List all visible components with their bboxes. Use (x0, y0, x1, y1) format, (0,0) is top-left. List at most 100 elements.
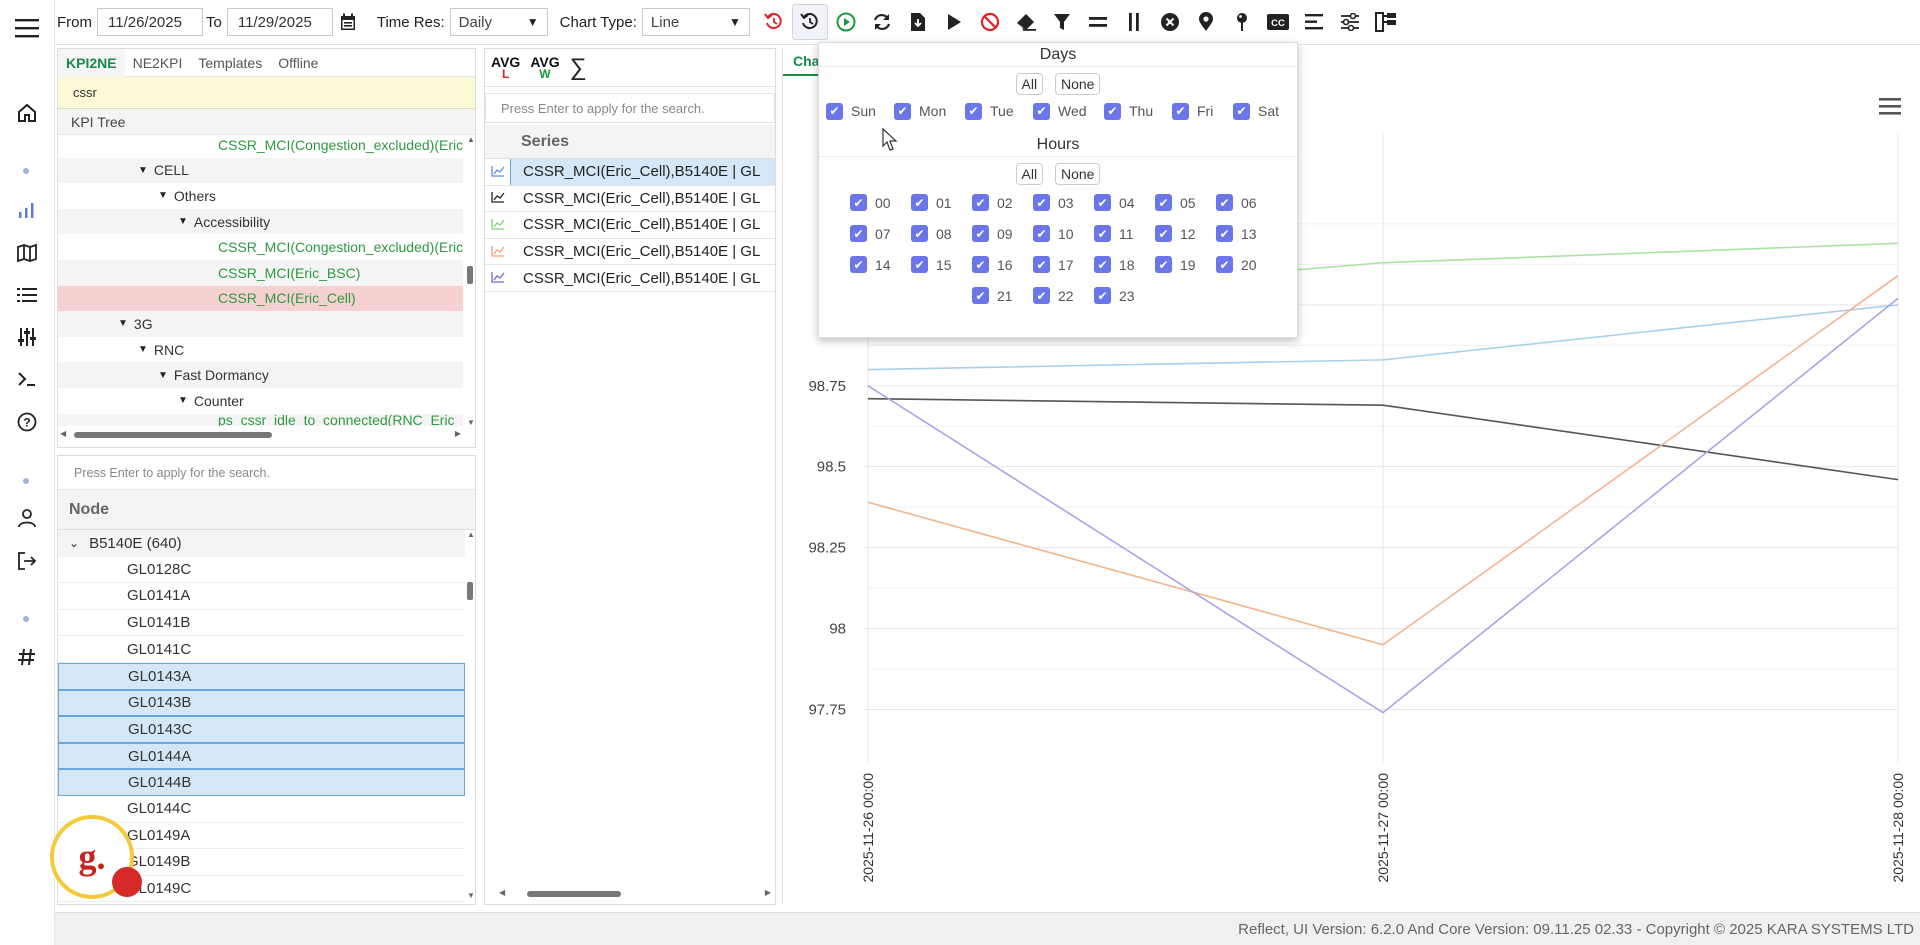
day-checkbox[interactable]: ✔ Thu (1104, 102, 1172, 120)
hour-checkbox[interactable]: ✔ 00 (850, 194, 911, 211)
equals-icon[interactable] (1080, 4, 1116, 40)
hour-checkbox[interactable]: ✔ 03 (1033, 194, 1094, 211)
hamburger-menu-icon[interactable] (12, 13, 42, 43)
hour-checkbox[interactable]: ✔ 11 (1094, 225, 1155, 242)
hour-checkbox[interactable]: ✔ 06 (1216, 194, 1277, 211)
kpi-tree-folder[interactable]: ▼ CELL (58, 157, 463, 184)
tab-templates[interactable]: Templates (190, 49, 270, 77)
chevron-down-icon[interactable]: ⌄ (69, 536, 79, 550)
expand-arrow-icon[interactable]: ▼ (138, 165, 148, 176)
hash-icon[interactable] (12, 642, 42, 672)
series-column-header[interactable]: Series (485, 125, 775, 159)
days-all-button[interactable]: All (1015, 73, 1044, 95)
kpi-tree-vscroll[interactable]: ▲ ▼ (465, 135, 475, 427)
node-row[interactable]: GL0143A (58, 662, 465, 690)
play-circle-icon[interactable] (828, 4, 864, 40)
tab-ne2kpi[interactable]: NE2KPI (125, 49, 191, 77)
expand-arrow-icon[interactable]: ▼ (158, 370, 168, 381)
logout-icon[interactable] (12, 546, 42, 576)
hour-checkbox[interactable]: ✔ 13 (1216, 225, 1277, 242)
series-row[interactable]: CSSR_MCI(Eric_Cell),B5140E | GL (485, 186, 775, 213)
hour-checkbox[interactable]: ✔ 01 (911, 194, 972, 211)
avg-l-button[interactable]: AVG L (491, 55, 520, 80)
days-none-button[interactable]: None (1054, 73, 1101, 95)
node-row[interactable]: GL0141C (58, 636, 465, 663)
node-row[interactable]: GL0143C (58, 716, 465, 743)
sliders-icon[interactable] (12, 322, 42, 352)
node-row[interactable]: GL0141B (58, 610, 465, 637)
series-hscroll[interactable]: ◀ ▶ (485, 888, 775, 900)
pause-bars-icon[interactable] (1116, 4, 1152, 40)
time-res-select[interactable]: Daily ▼ (449, 8, 548, 36)
expand-arrow-icon[interactable]: ▼ (138, 344, 148, 355)
filter-icon[interactable] (1044, 4, 1080, 40)
avg-w-button[interactable]: AVG W (530, 55, 559, 80)
node-column-header[interactable]: Node (58, 490, 475, 530)
help-icon[interactable]: ? (12, 407, 42, 437)
hours-all-button[interactable]: All (1015, 163, 1044, 185)
kpi-tree-item[interactable]: CSSR_MCI(Eric_Cell) (58, 285, 463, 312)
hour-checkbox[interactable]: ✔ 14 (850, 256, 911, 273)
hour-checkbox[interactable]: ✔ 17 (1033, 256, 1094, 273)
pushpin-icon[interactable] (1224, 4, 1260, 40)
cc-icon[interactable]: CC (1260, 4, 1296, 40)
series-row[interactable]: CSSR_MCI(Eric_Cell),B5140E | GL (485, 265, 775, 292)
ban-icon[interactable] (972, 4, 1008, 40)
hour-checkbox[interactable]: ✔ 04 (1094, 194, 1155, 211)
calendar-icon[interactable] (333, 4, 363, 40)
hour-checkbox[interactable]: ✔ 16 (972, 256, 1033, 273)
hour-checkbox[interactable]: ✔ 12 (1155, 225, 1216, 242)
expand-arrow-icon[interactable]: ▼ (158, 190, 168, 201)
map-icon[interactable] (12, 238, 42, 268)
chart-type-select[interactable]: Line ▼ (641, 8, 750, 36)
kpi-tree-folder[interactable]: ▼ Fast Dormancy (58, 362, 463, 388)
kpi-tree-folder[interactable]: ▼ 3G (58, 311, 463, 337)
hour-checkbox[interactable]: ✔ 02 (972, 194, 1033, 211)
day-checkbox[interactable]: ✔ Mon (894, 102, 965, 120)
day-checkbox[interactable]: ✔ Tue (965, 102, 1033, 120)
map-pin-icon[interactable] (1188, 4, 1224, 40)
node-row[interactable]: GL0128C (58, 557, 465, 584)
day-checkbox[interactable]: ✔ Wed (1033, 102, 1104, 120)
node-group-row[interactable]: ⌄ B5140E (640) (58, 530, 465, 557)
to-date-input[interactable]: 11/29/2025 (226, 8, 333, 36)
hour-checkbox[interactable]: ✔ 15 (911, 256, 972, 273)
kpi-tree-folder[interactable]: ▼ Counter (58, 388, 463, 414)
download-file-icon[interactable] (900, 4, 936, 40)
hour-checkbox[interactable]: ✔ 20 (1216, 256, 1277, 273)
expand-arrow-icon[interactable]: ▼ (178, 216, 188, 227)
refresh-icon[interactable] (864, 4, 900, 40)
kpi-tree-folder[interactable]: ▼ RNC (58, 337, 463, 363)
node-vscroll[interactable]: ▲ ▼ (465, 530, 475, 900)
home-icon[interactable] (12, 98, 42, 128)
hour-checkbox[interactable]: ✔ 05 (1155, 194, 1216, 211)
terminal-icon[interactable] (12, 364, 42, 394)
kpi-tree-item[interactable]: CSSR_MCI(Congestion_excluded)(Eric (58, 136, 463, 158)
kpi-search-input[interactable]: cssr (58, 77, 475, 109)
node-search-input[interactable]: Press Enter to apply for the search. (58, 456, 475, 490)
tab-offline[interactable]: Offline (270, 49, 326, 77)
hour-checkbox[interactable]: ✔ 22 (1033, 287, 1094, 304)
series-row[interactable]: CSSR_MCI(Eric_Cell),B5140E | GL (485, 212, 775, 239)
hour-checkbox[interactable]: ✔ 23 (1094, 287, 1155, 304)
series-row[interactable]: CSSR_MCI(Eric_Cell),B5140E | GL (485, 159, 775, 186)
undo-red-icon[interactable] (756, 4, 792, 40)
play-icon[interactable] (936, 4, 972, 40)
expand-arrow-icon[interactable]: ▼ (118, 318, 128, 329)
kpi-tree-item[interactable]: CSSR_MCI(Congestion_excluded)(Eric (58, 234, 463, 260)
sum-icon[interactable]: ∑ (570, 54, 587, 82)
node-row[interactable]: GL0143B (58, 689, 465, 717)
day-checkbox[interactable]: ✔ Fri (1172, 102, 1233, 120)
node-row[interactable]: GL0144A (58, 742, 465, 770)
day-checkbox[interactable]: ✔ Sat (1233, 102, 1293, 120)
node-row[interactable]: GL0144B (58, 769, 465, 796)
node-row[interactable]: GL0144C (58, 796, 465, 823)
assistant-logo[interactable]: g. (50, 815, 142, 899)
eraser-icon[interactable] (1008, 4, 1044, 40)
kpi-tree-folder[interactable]: ▼ Accessibility (58, 208, 463, 235)
tree-icon[interactable] (1368, 4, 1404, 40)
hour-checkbox[interactable]: ✔ 08 (911, 225, 972, 242)
user-icon[interactable] (12, 503, 42, 533)
hour-checkbox[interactable]: ✔ 07 (850, 225, 911, 242)
node-row[interactable]: GL0141A (58, 583, 465, 610)
